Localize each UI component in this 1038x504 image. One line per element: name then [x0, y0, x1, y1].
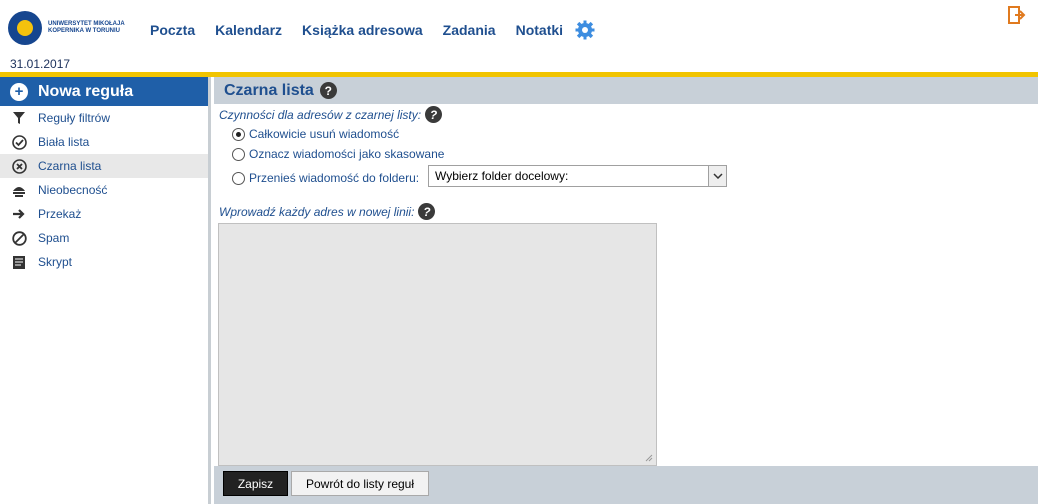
sidebar-item-forward[interactable]: Przekaż: [0, 202, 208, 226]
nav-zadania[interactable]: Zadania: [443, 22, 496, 38]
logo-text: UNIWERSYTET MIKOŁAJA KOPERNIKA W TORUNIU: [48, 21, 125, 34]
page-title: Czarna lista: [224, 81, 314, 99]
nav-ksiazka-adresowa[interactable]: Książka adresowa: [302, 22, 423, 38]
no-sign-icon: [11, 230, 27, 246]
gear-icon[interactable]: [575, 20, 595, 40]
sidebar-item-label: Spam: [38, 231, 70, 245]
vacation-icon: [11, 182, 27, 198]
sidebar-item-vacation[interactable]: Nieobecność: [0, 178, 208, 202]
move-folder-radio[interactable]: [232, 171, 245, 185]
option-label: Przenieś wiadomość do folderu:: [249, 171, 420, 185]
option-delete[interactable]: Całkowicie usuń wiadomość: [232, 127, 399, 141]
delete-radio[interactable]: [232, 127, 245, 141]
folder-select-value: Wybierz folder docelowy:: [435, 169, 569, 183]
current-date: 31.01.2017: [10, 57, 71, 71]
option-label: Oznacz wiadomości jako skasowane: [249, 147, 445, 161]
resize-grip-icon[interactable]: [645, 454, 653, 462]
actions-label-row: Czynności dla adresów z czarnej listy: ?: [219, 106, 443, 123]
sidebar-item-blacklist[interactable]: Czarna lista: [0, 154, 208, 178]
sidebar-item-label: Reguły filtrów: [38, 111, 111, 125]
top-bar: UNIWERSYTET MIKOŁAJA KOPERNIKA W TORUNIU…: [0, 0, 1038, 72]
sidebar-item-spam[interactable]: Spam: [0, 226, 208, 250]
filter-icon: [11, 110, 27, 126]
sidebar: + Nowa reguła Reguły filtrów Biała lista…: [0, 77, 211, 504]
option-mark-deleted[interactable]: Oznacz wiadomości jako skasowane: [232, 147, 444, 161]
logo-emblem-icon: [8, 11, 42, 45]
sidebar-item-whitelist[interactable]: Biała lista: [0, 130, 208, 154]
nav-notatki[interactable]: Notatki: [516, 22, 563, 38]
sidebar-item-label: Czarna lista: [38, 159, 102, 173]
logout-icon[interactable]: [1008, 6, 1026, 24]
addresses-textarea[interactable]: [218, 223, 657, 466]
sidebar-item-label: Przekaż: [38, 207, 82, 221]
x-circle-icon: [11, 158, 27, 174]
option-label: Całkowicie usuń wiadomość: [249, 127, 400, 141]
help-icon[interactable]: ?: [319, 82, 337, 99]
save-button[interactable]: Zapisz: [223, 471, 288, 496]
chevron-down-icon[interactable]: [708, 166, 726, 186]
nav-kalendarz[interactable]: Kalendarz: [215, 22, 282, 38]
actions-label: Czynności dla adresów z czarnej listy:: [219, 107, 422, 122]
addresses-label-row: Wprowadź każdy adres w nowej linii: ?: [219, 203, 436, 220]
new-rule-button[interactable]: + Nowa reguła: [0, 77, 208, 106]
sidebar-item-label: Skrypt: [38, 255, 73, 269]
help-icon[interactable]: ?: [425, 106, 443, 123]
check-circle-icon: [11, 134, 27, 150]
back-to-rules-button[interactable]: Powrót do listy reguł: [291, 471, 429, 496]
form-footer: Zapisz Powrót do listy reguł: [214, 466, 1038, 504]
section-header: Czarna lista ?: [214, 77, 1038, 104]
addresses-label: Wprowadź każdy adres w nowej linii:: [219, 204, 415, 219]
sidebar-item-script[interactable]: Skrypt: [0, 250, 208, 274]
folder-select[interactable]: Wybierz folder docelowy:: [428, 165, 727, 187]
sidebar-item-filter-rules[interactable]: Reguły filtrów: [0, 106, 208, 130]
forward-arrow-icon: [11, 206, 27, 222]
sidebar-item-label: Biała lista: [38, 135, 90, 149]
sidebar-item-label: Nieobecność: [38, 183, 108, 197]
script-icon: [11, 254, 27, 270]
main-nav: Poczta Kalendarz Książka adresowa Zadani…: [150, 20, 595, 40]
option-move-folder[interactable]: Przenieś wiadomość do folderu:: [232, 171, 419, 185]
help-icon[interactable]: ?: [418, 203, 436, 220]
new-rule-label: Nowa reguła: [38, 82, 134, 100]
university-logo[interactable]: UNIWERSYTET MIKOŁAJA KOPERNIKA W TORUNIU: [8, 5, 136, 51]
mark-deleted-radio[interactable]: [232, 147, 245, 161]
plus-circle-icon: +: [10, 82, 28, 101]
nav-poczta[interactable]: Poczta: [150, 22, 195, 38]
main-panel: Czarna lista ? Czynności dla adresów z c…: [214, 77, 1038, 504]
